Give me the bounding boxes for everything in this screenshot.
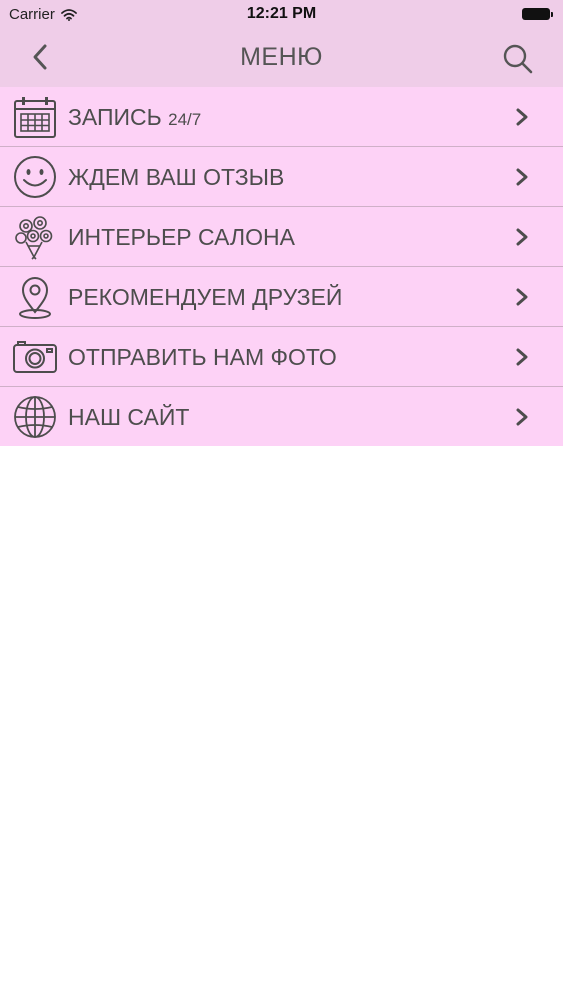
menu-item-website[interactable]: НАШ САЙТ: [0, 387, 563, 446]
search-button[interactable]: [501, 42, 535, 76]
globe-icon: [14, 396, 56, 438]
menu-item-label: ОТПРАВИТЬ НАМ ФОТО: [68, 344, 337, 370]
menu-item-send-photo[interactable]: ОТПРАВИТЬ НАМ ФОТО: [0, 327, 563, 387]
menu-item-recommend[interactable]: РЕКОМЕНДУЕМ ДРУЗЕЙ: [0, 267, 563, 327]
chevron-right-icon: [516, 108, 528, 126]
chevron-right-icon: [516, 228, 528, 246]
menu-item-booking[interactable]: ЗАПИСЬ 24/7: [0, 87, 563, 147]
menu-item-label: ИНТЕРЬЕР САЛОНА: [68, 224, 295, 250]
smiley-icon: [14, 156, 56, 198]
search-icon: [503, 44, 533, 74]
status-bar: Carrier 12:21 PM: [0, 0, 563, 30]
menu-item-review[interactable]: ЖДЕМ ВАШ ОТЗЫВ: [0, 147, 563, 207]
menu-item-label: ЖДЕМ ВАШ ОТЗЫВ: [68, 164, 285, 190]
page-title: МЕНЮ: [240, 43, 323, 71]
status-time: 12:21 PM: [246, 5, 317, 22]
flower-bouquet-icon: [15, 216, 53, 260]
chevron-right-icon: [516, 288, 528, 306]
menu-item-label: НАШ САЙТ: [68, 404, 190, 430]
navigation-bar: МЕНЮ: [0, 30, 563, 87]
chevron-right-icon: [516, 168, 528, 186]
menu-item-interior[interactable]: ИНТЕРЬЕР САЛОНА: [0, 207, 563, 267]
chevron-right-icon: [516, 348, 528, 366]
menu-item-suffix: 24/7: [168, 110, 202, 129]
menu-item-label: РЕКОМЕНДУЕМ ДРУЗЕЙ: [68, 284, 343, 310]
menu-item-label: ЗАПИСЬ 24/7: [68, 104, 202, 130]
battery-icon: [522, 8, 553, 20]
location-pin-icon: [19, 277, 51, 319]
calendar-icon: [14, 97, 56, 138]
chevron-right-icon: [516, 408, 528, 426]
camera-icon: [13, 341, 57, 373]
menu-list: ЗАПИСЬ 24/7 ЖДЕМ ВАШ ОТЗЫВ ИНТЕРЬЕР САЛО…: [0, 87, 563, 446]
